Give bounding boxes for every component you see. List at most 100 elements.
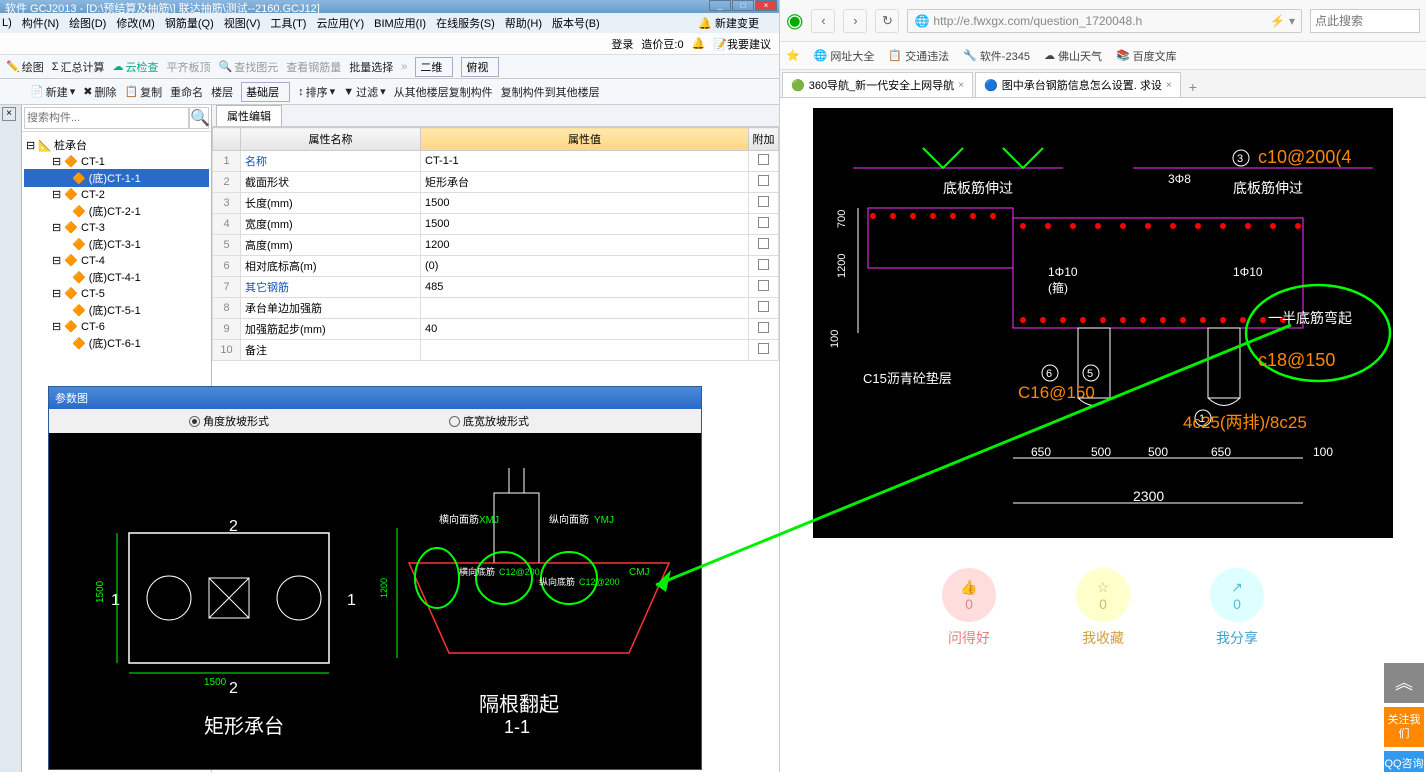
tree-subitem[interactable]: 🔶 (底)CT-4-1 (24, 268, 209, 286)
dim-select[interactable]: 二维 (415, 57, 453, 77)
property-row[interactable]: 3长度(mm)1500 (213, 193, 779, 214)
svg-text:100: 100 (829, 330, 841, 348)
svg-text:XMJ: XMJ (479, 515, 499, 526)
svg-text:1: 1 (111, 592, 120, 609)
copy-from-button[interactable]: 从其他楼层复制构件 (394, 84, 493, 100)
search-input[interactable] (24, 107, 189, 129)
tree-item[interactable]: ⊟ 🔶 CT-2 (24, 187, 209, 202)
search-button[interactable]: 🔍 (189, 107, 209, 129)
radio-width[interactable]: 底宽放坡形式 (449, 413, 529, 429)
find-elem-button[interactable]: 🔍查找图元 (219, 59, 279, 75)
menu-tool[interactable]: 工具(T) (270, 15, 306, 31)
close-button[interactable]: × (755, 0, 777, 11)
property-row[interactable]: 10备注 (213, 340, 779, 361)
forward-button[interactable]: › (843, 9, 867, 33)
param-title: 参数图 (49, 387, 701, 409)
property-row[interactable]: 1名称CT-1-1 (213, 151, 779, 172)
property-row[interactable]: 6相对底标高(m)(0) (213, 256, 779, 277)
filter-button[interactable]: ▼过滤 ▾ (343, 84, 385, 100)
bm-wenku[interactable]: 📚百度文库 (1116, 48, 1177, 64)
float-buttons: ︽ 关注我们 QQ咨询 (1384, 663, 1424, 772)
property-row[interactable]: 9加强筋起步(mm)40 (213, 319, 779, 340)
menu-version[interactable]: 版本号(B) (552, 15, 600, 31)
menu-component[interactable]: 构件(N) (22, 15, 59, 31)
follow-button[interactable]: 关注我们 (1384, 707, 1424, 747)
copy-to-button[interactable]: 复制构件到其他楼层 (501, 84, 600, 100)
svg-text:700: 700 (836, 210, 848, 228)
tree-subitem[interactable]: 🔶 (底)CT-5-1 (24, 301, 209, 319)
share[interactable]: ↗0 我分享 (1210, 568, 1264, 648)
property-row[interactable]: 2截面形状矩形承台 (213, 172, 779, 193)
menu-draw[interactable]: 绘图(D) (69, 15, 106, 31)
menu-cloud[interactable]: 云应用(Y) (316, 15, 364, 31)
back-button[interactable]: ‹ (811, 9, 835, 33)
bookmark-star[interactable]: ⭐ (786, 49, 800, 62)
tree-item[interactable]: ⊟ 🔶 CT-4 (24, 253, 209, 268)
sort-button[interactable]: ↕排序 ▾ (298, 84, 335, 100)
new-button[interactable]: 📄新建 ▾ (30, 84, 75, 100)
tree-item[interactable]: ⊟ 🔶 CT-5 (24, 286, 209, 301)
batch-select-button[interactable]: 批量选择 (349, 59, 393, 75)
property-tab[interactable]: 属性编辑 (216, 105, 282, 126)
bm-traffic[interactable]: 📋交通违法 (888, 48, 949, 64)
rename-button[interactable]: 重命名 (170, 84, 203, 100)
tree-item[interactable]: ⊟ 🔶 CT-6 (24, 319, 209, 334)
browser-search[interactable] (1310, 9, 1420, 33)
delete-button[interactable]: ✖删除 (83, 84, 116, 100)
calc-button[interactable]: Σ 汇总计算 (52, 59, 105, 75)
tree-root[interactable]: ⊟ 📐 桩承台 (24, 136, 209, 154)
tab-close-icon[interactable]: × (958, 80, 964, 91)
tab-question[interactable]: 🔵图中承台钢筋信息怎么设置. 求设× (975, 72, 1181, 97)
bm-soft[interactable]: 🔧软件-2345 (963, 48, 1030, 64)
scroll-top-button[interactable]: ︽ (1384, 663, 1424, 703)
view-steel-button[interactable]: 查看钢筋量 (286, 59, 341, 75)
menu-bim[interactable]: BIM应用(I) (374, 15, 426, 31)
svg-text:C12@200: C12@200 (579, 577, 620, 587)
menu-help[interactable]: 帮助(H) (505, 15, 542, 31)
minimize-button[interactable]: _ (709, 0, 731, 11)
login-link[interactable]: 登录 (611, 36, 633, 52)
sidebar-close[interactable]: × (2, 107, 16, 121)
copy-button[interactable]: 📋复制 (124, 84, 162, 100)
ask-good[interactable]: 👍0 问得好 (942, 568, 996, 648)
tree-subitem[interactable]: 🔶 (底)CT-2-1 (24, 202, 209, 220)
floor-select[interactable]: 基础层 (241, 82, 290, 102)
tree-subitem[interactable]: 🔶 (底)CT-3-1 (24, 235, 209, 253)
tree-subitem[interactable]: 🔶 (底)CT-6-1 (24, 334, 209, 352)
svg-text:500: 500 (1091, 445, 1111, 459)
radio-angle[interactable]: 角度放坡形式 (189, 413, 269, 429)
url-bar[interactable]: 🌐 http://e.fwxgx.com/question_1720048.h … (907, 9, 1302, 33)
menu-modify[interactable]: 修改(M) (116, 15, 155, 31)
cost-beans: 造价豆:0 (641, 36, 683, 52)
tree-item[interactable]: ⊟ 🔶 CT-1 (24, 154, 209, 169)
maximize-button[interactable]: □ (732, 0, 754, 11)
feedback-link[interactable]: 📝我要建议 (713, 36, 771, 52)
bm-sites[interactable]: 🌐网址大全 (814, 48, 875, 64)
view-select[interactable]: 俯视 (461, 57, 499, 77)
gcj-app-window: 软件 GCJ2013 - [D:\预结算及抽筋\] 联达抽筋\测试--2160.… (0, 0, 779, 772)
qq-consult-button[interactable]: QQ咨询 (1384, 751, 1424, 772)
tab-360[interactable]: 🟢360导航_新一代安全上网导航× (782, 72, 973, 97)
align-button[interactable]: 平齐板顶 (167, 59, 211, 75)
property-row[interactable]: 4宽度(mm)1500 (213, 214, 779, 235)
property-row[interactable]: 5高度(mm)1200 (213, 235, 779, 256)
tree-item[interactable]: ⊟ 🔶 CT-3 (24, 220, 209, 235)
bm-weather[interactable]: ☁佛山天气 (1044, 48, 1102, 64)
cloud-check-button[interactable]: ☁云检查 (113, 59, 159, 75)
bell-icon[interactable]: 🔔 (692, 37, 706, 50)
new-change-button[interactable]: 🔔 新建变更 (698, 15, 769, 31)
menu-l[interactable]: L) (2, 17, 12, 29)
tab-close-icon[interactable]: × (1166, 80, 1172, 91)
tree-subitem[interactable]: 🔶 (底)CT-1-1 (24, 169, 209, 187)
menu-steel[interactable]: 钢筋量(Q) (165, 15, 214, 31)
menu-view[interactable]: 视图(V) (224, 15, 261, 31)
favorite[interactable]: ☆0 我收藏 (1076, 568, 1130, 648)
property-row[interactable]: 8承台单边加强筋 (213, 298, 779, 319)
reload-button[interactable]: ↻ (875, 9, 899, 33)
menu-online[interactable]: 在线服务(S) (436, 15, 495, 31)
svg-text:(箍): (箍) (1048, 280, 1068, 295)
svg-text:100: 100 (1313, 445, 1333, 459)
draw-button[interactable]: ✏️绘图 (6, 59, 44, 75)
property-row[interactable]: 7其它钢筋485 (213, 277, 779, 298)
new-tab-button[interactable]: + (1181, 77, 1205, 97)
